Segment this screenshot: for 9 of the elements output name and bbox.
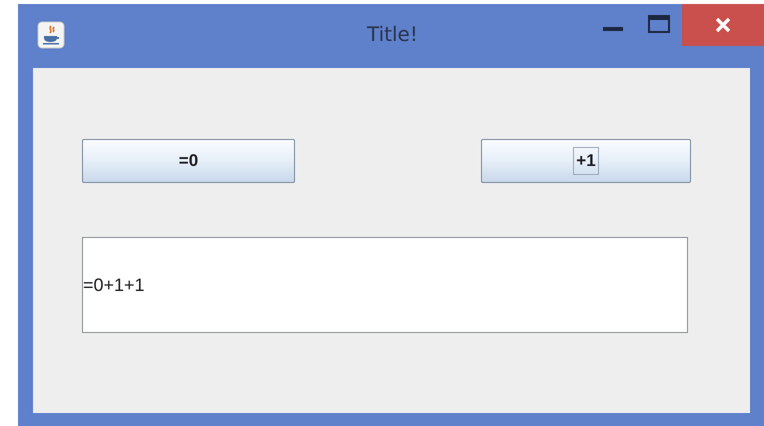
close-icon	[715, 17, 731, 33]
coffee-cup-icon	[37, 21, 65, 49]
output-text-area[interactable]: =0+1+1	[82, 237, 688, 333]
close-button[interactable]	[682, 4, 764, 46]
minimize-icon	[603, 26, 623, 32]
window-title: Title!	[367, 22, 418, 46]
action-button[interactable]: =0	[82, 139, 295, 183]
maximize-icon	[648, 15, 670, 33]
action-button[interactable]: +1	[481, 139, 691, 183]
